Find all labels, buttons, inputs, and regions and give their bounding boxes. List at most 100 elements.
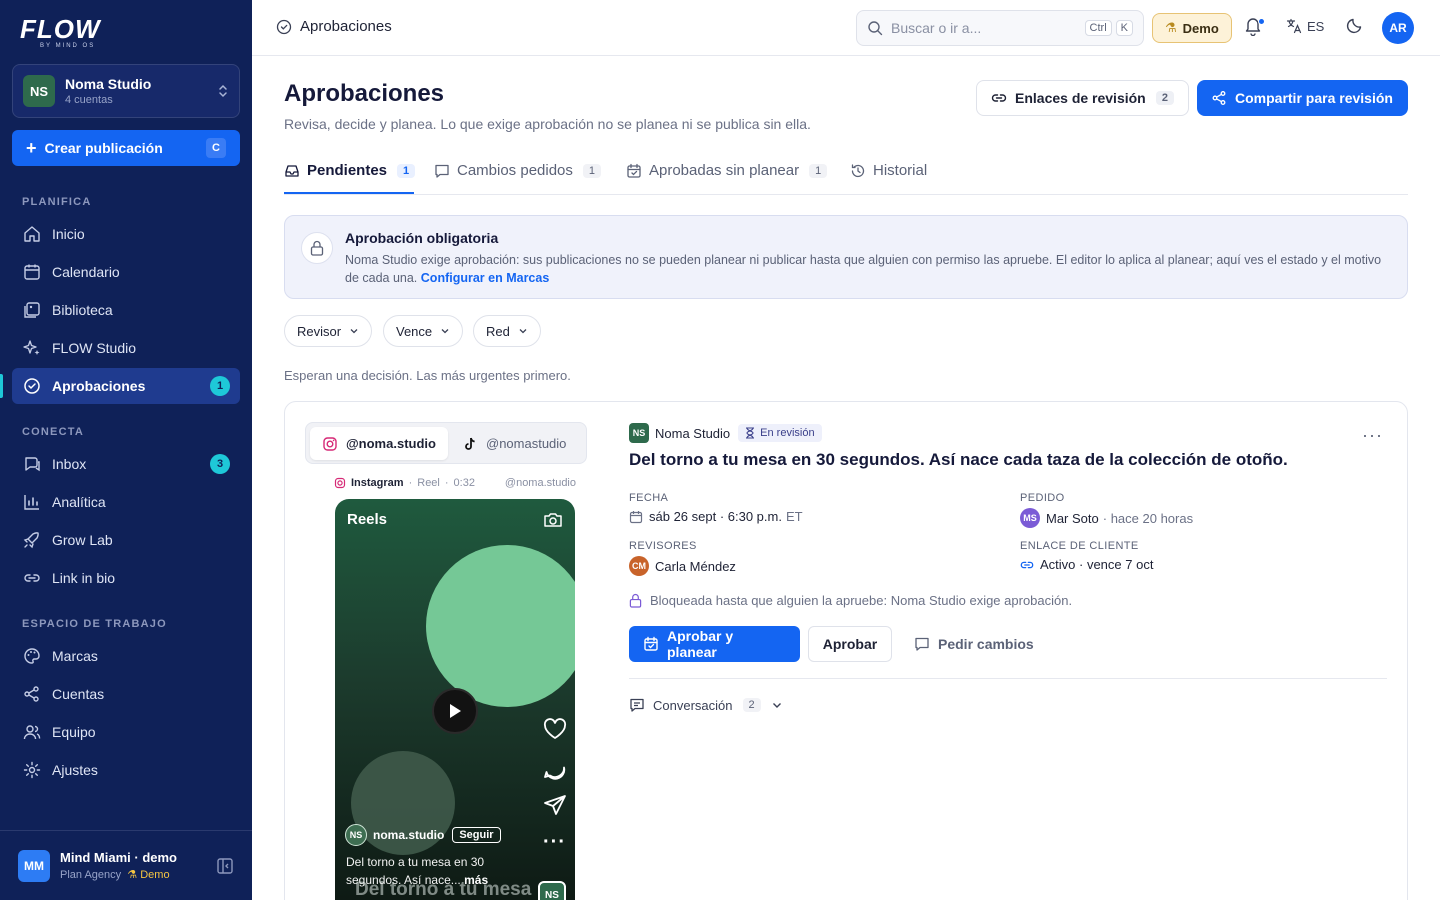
reel-user-avatar: NS [345,824,367,846]
notice-text: Noma Studio exige aprobación: sus public… [345,251,1385,287]
rocket-icon [22,530,42,550]
requester-name: Mar Soto [1046,510,1099,526]
tab-aprobadas-sin-planear[interactable]: Aprobadas sin planear 1 [626,162,828,179]
sidebar: FLOW BY MIND OS NS Noma Studio 4 cuentas… [0,0,252,900]
create-post-button[interactable]: + Crear publicación C [12,130,240,166]
approve-and-plan-button[interactable]: Aprobar y planear [629,626,800,662]
lock-icon [301,232,333,264]
logo-text: FLOW [20,14,101,44]
sidebar-item-calendario[interactable]: Calendario [12,254,240,290]
reviewer-name: Carla Méndez [655,558,736,574]
users-icon [22,722,42,742]
link-icon [1020,558,1034,572]
demo-badge[interactable]: ⚗ Demo [1152,13,1232,43]
plus-icon: + [26,138,37,158]
review-links-label: Enlaces de revisión [1015,90,1146,106]
chart-icon [22,492,42,512]
org-name: Noma Studio [65,76,152,92]
requested-row: MS Mar Soto · hace 20 horas [1020,508,1193,528]
more-icon: ··· [543,831,566,853]
calendar-check-icon [626,163,642,179]
tab-label: Cambios pedidos [457,162,573,179]
hourglass-icon [745,427,755,439]
sidebar-item-analitica[interactable]: Analítica [12,484,240,520]
filter-label: Vence [396,323,433,339]
sidebar-item-flow-studio[interactable]: FLOW Studio [12,330,240,366]
sidebar-item-aprobaciones[interactable]: Aprobaciones 1 [12,368,240,404]
locked-notice: Bloqueada hasta que alguien la apruebe: … [629,593,1072,608]
post-title: Del torno a tu mesa en 30 segundos. Así … [629,450,1288,469]
breadcrumb-label: Aprobaciones [300,18,392,35]
play-button[interactable] [432,688,478,734]
review-links-count: 2 [1155,91,1174,105]
sidebar-item-link-in-bio[interactable]: Link in bio [12,560,240,596]
collapse-sidebar-icon[interactable] [216,857,234,875]
flask-icon: ⚗ [127,869,138,881]
account-plan: Plan Agency [60,869,122,881]
sidebar-item-equipo[interactable]: Equipo [12,714,240,750]
reel-user-row: NS noma.studio Seguir [345,824,501,846]
demo-label: Demo [1182,20,1219,36]
more-options-icon[interactable]: ··· [1362,425,1383,446]
tab-label: Historial [873,162,928,179]
sidebar-item-inicio[interactable]: Inicio [12,216,240,252]
brand-avatar: NS [629,423,649,443]
filter-network[interactable]: Red [473,315,541,347]
tab-pendientes[interactable]: Pendientes 1 [284,162,416,179]
reviewer-avatar: CM [629,556,649,576]
org-switcher[interactable]: NS Noma Studio 4 cuentas [12,64,240,118]
reel-overlay-text: Del torno a tu mesa [355,879,532,900]
inbox-badge: 3 [210,454,230,474]
request-changes-button[interactable]: Pedir cambios [914,626,1034,662]
sidebar-item-inbox[interactable]: Inbox 3 [12,446,240,482]
tiktok-icon [462,436,478,452]
approvals-badge: 1 [210,376,230,396]
approve-button[interactable]: Aprobar [808,626,892,662]
requested-time: · hace 20 horas [1102,510,1194,526]
sidebar-item-grow-lab[interactable]: Grow Lab [12,522,240,558]
page-subtitle: Revisa, decide y planea. Lo que exige ap… [284,116,811,132]
share-for-review-button[interactable]: Compartir para revisión [1197,80,1408,116]
brand-name: Noma Studio [655,425,731,441]
flow-logo[interactable]: FLOW BY MIND OS [20,16,101,49]
preview-duration: 0:32 [453,477,475,489]
configure-brands-link[interactable]: Configurar en Marcas [421,271,550,285]
filter-reviewer[interactable]: Revisor [284,315,373,347]
request-changes-label: Pedir cambios [938,636,1034,652]
tab-cambios-pedidos[interactable]: Cambios pedidos 1 [434,162,602,179]
logo-subtitle: BY MIND OS [40,43,96,49]
sidebar-item-label: Calendario [52,264,120,280]
page-title: Aprobaciones [284,80,445,107]
account-handle: @nomastudio [486,436,567,451]
filter-label: Revisor [297,323,342,339]
account-instagram[interactable]: @noma.studio [310,427,448,460]
account-demo: Demo [140,869,170,881]
review-links-button[interactable]: Enlaces de revisión 2 [976,80,1189,116]
active-indicator [0,374,3,398]
preview-platform: Instagram [351,477,404,489]
section-connect: CONECTA [22,426,84,438]
user-avatar[interactable]: AR [1382,12,1414,44]
filter-due[interactable]: Vence [383,315,464,347]
conversation-toggle[interactable]: Conversación 2 [629,697,783,713]
preview-meta: Instagram · Reel · 0:32 @noma.studio [334,477,576,489]
palette-icon [22,646,42,666]
instagram-icon [334,477,346,489]
sidebar-item-biblioteca[interactable]: Biblioteca [12,292,240,328]
sidebar-item-cuentas[interactable]: Cuentas [12,676,240,712]
home-icon [22,224,42,244]
share-icon [1211,90,1227,106]
translate-icon [1286,18,1302,34]
search-input[interactable]: Buscar o ir a... Ctrl K [856,10,1144,46]
comment-icon [914,636,930,652]
reviewers-label: REVISORES [629,540,697,552]
language-switcher[interactable]: ES [1286,18,1324,34]
account-tiktok[interactable]: @nomastudio [450,427,578,460]
sidebar-item-ajustes[interactable]: Ajustes [12,752,240,788]
moon-icon[interactable] [1346,16,1364,34]
tab-historial[interactable]: Historial [850,162,927,179]
conversation-count: 2 [742,698,761,712]
sidebar-item-marcas[interactable]: Marcas [12,638,240,674]
reviewer-row: CM Carla Méndez [629,556,736,576]
account-footer[interactable]: MM Mind Miami · demo Plan Agency ⚗ Demo [0,830,252,900]
